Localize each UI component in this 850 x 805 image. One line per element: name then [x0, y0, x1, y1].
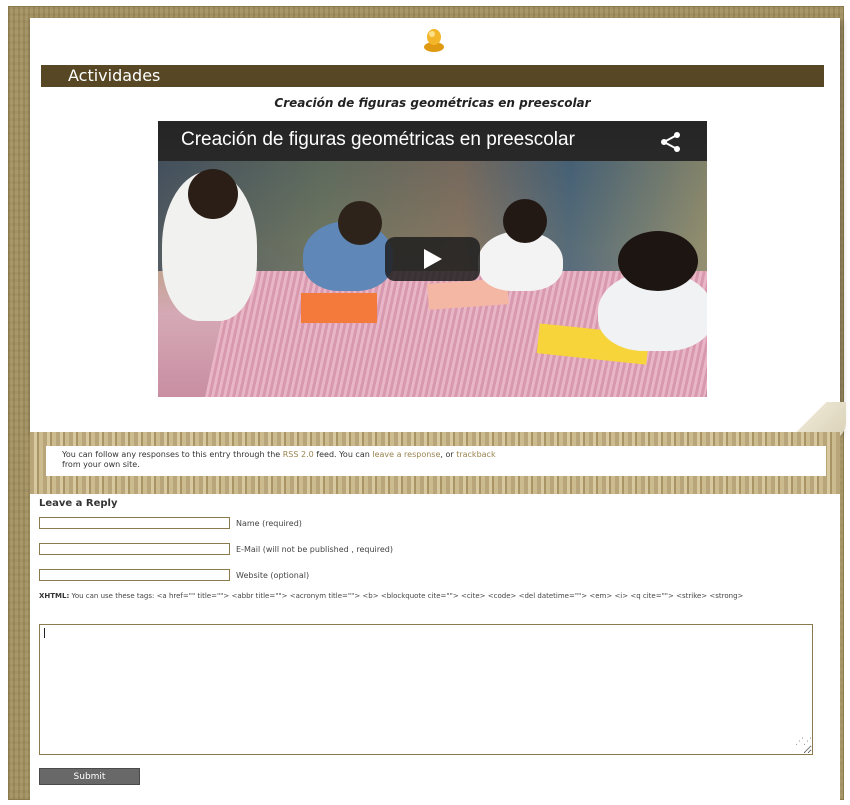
- leave-response-link[interactable]: leave a response: [372, 450, 440, 459]
- share-icon[interactable]: [658, 131, 684, 153]
- video-player[interactable]: Creación de figuras geométricas en prees…: [158, 121, 707, 397]
- submit-button[interactable]: Submit: [39, 768, 140, 785]
- video-thumbnail-child: [618, 231, 698, 291]
- reply-heading: Leave a Reply: [39, 498, 118, 509]
- notice-text: feed. You can: [313, 450, 373, 459]
- comment-textarea[interactable]: [39, 624, 813, 755]
- play-icon[interactable]: [385, 237, 480, 281]
- notice-text: You can follow any responses to this ent…: [62, 450, 283, 459]
- name-field[interactable]: [39, 517, 230, 529]
- email-label: E-Mail (will not be published , required…: [236, 545, 393, 554]
- website-label: Website (optional): [236, 571, 310, 580]
- email-field[interactable]: [39, 543, 230, 555]
- video-thumbnail-paper: [301, 293, 377, 323]
- post-title[interactable]: Creación de figuras geométricas en prees…: [41, 96, 824, 110]
- video-title[interactable]: Creación de figuras geométricas en prees…: [181, 129, 641, 151]
- follow-notice: You can follow any responses to this ent…: [46, 446, 826, 476]
- rss-link[interactable]: RSS 2.0: [283, 450, 314, 459]
- name-label: Name (required): [236, 519, 302, 528]
- section-title: Actividades: [41, 65, 824, 87]
- notice-text: , or: [440, 450, 457, 459]
- text-caret: [44, 628, 45, 638]
- notice-text: from your own site.: [62, 460, 140, 469]
- pushpin-icon: [424, 29, 444, 52]
- allowed-tags-prefix: XHTML:: [39, 592, 70, 600]
- video-thumbnail-child: [338, 201, 382, 245]
- trackback-link[interactable]: trackback: [456, 450, 495, 459]
- allowed-tags-list: You can use these tags: <a href="" title…: [69, 592, 744, 600]
- video-thumbnail-child: [188, 169, 238, 219]
- video-thumbnail-child: [503, 199, 547, 243]
- website-field[interactable]: [39, 569, 230, 581]
- resize-grip-icon[interactable]: ⋰⋰: [795, 737, 812, 747]
- allowed-tags-text: XHTML: You can use these tags: <a href="…: [39, 592, 825, 601]
